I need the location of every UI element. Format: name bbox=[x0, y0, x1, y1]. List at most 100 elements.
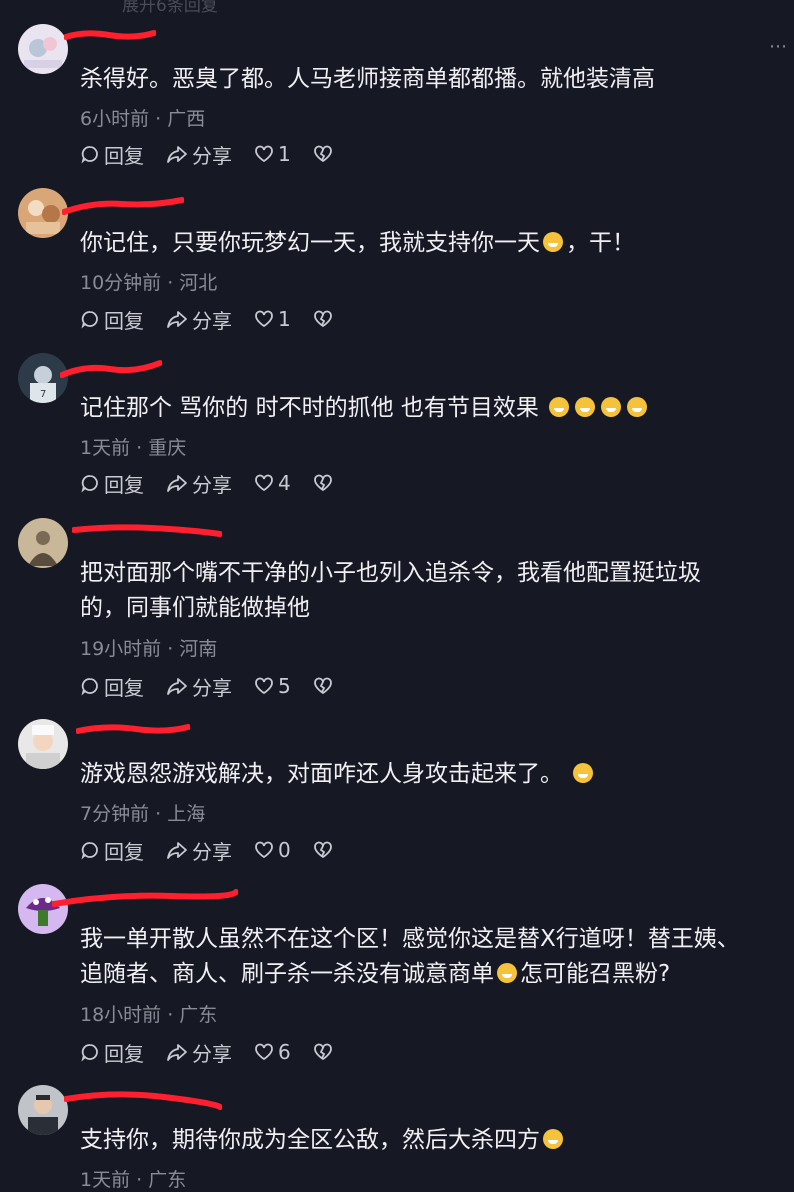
share-label: 分享 bbox=[192, 1041, 232, 1066]
comment-text-tail: 怎可能召黑粉? bbox=[520, 961, 671, 987]
comment-text-tail: ，干！ bbox=[566, 230, 635, 256]
redacted-username bbox=[60, 357, 162, 378]
comment-meta: 1天前 · 重庆 bbox=[80, 437, 187, 459]
like-button[interactable]: 4 bbox=[254, 471, 291, 495]
comment-text-line: 把对面那个嘴不干净的小子也列入追杀令，我看他配置挺垃圾 bbox=[80, 560, 701, 586]
reply-button[interactable]: 回复 bbox=[80, 672, 144, 701]
dislike-button[interactable] bbox=[313, 144, 337, 164]
avatar[interactable] bbox=[18, 24, 68, 74]
share-button[interactable]: 分享 bbox=[166, 305, 232, 334]
reply-label: 回复 bbox=[104, 839, 144, 864]
comment-actions: 回复 分享 6 bbox=[80, 1038, 359, 1067]
comment-meta: 7分钟前 · 上海 bbox=[80, 803, 206, 825]
share-icon bbox=[167, 146, 187, 163]
comment-text-main: 支持你，期待你成为全区公敌，然后大杀四方 bbox=[80, 1127, 540, 1153]
reply-icon bbox=[81, 311, 98, 329]
like-count: 4 bbox=[278, 471, 291, 495]
like-button[interactable]: 5 bbox=[254, 674, 291, 698]
share-icon bbox=[167, 678, 187, 695]
reply-icon bbox=[81, 475, 98, 493]
reply-button[interactable]: 回复 bbox=[80, 140, 144, 169]
comment-meta: 6小时前 · 广西 bbox=[80, 108, 206, 130]
grin-emoji-icon bbox=[601, 397, 622, 417]
reply-button[interactable]: 回复 bbox=[80, 1038, 144, 1067]
share-label: 分享 bbox=[192, 308, 232, 333]
comment-text: 你记住，只要你玩梦幻一天，我就支持你一天 ，干！ bbox=[80, 226, 780, 261]
heart-icon bbox=[255, 474, 273, 492]
redacted-username bbox=[64, 28, 156, 42]
like-count: 1 bbox=[278, 307, 291, 331]
reply-button[interactable]: 回复 bbox=[80, 305, 144, 334]
share-label: 分享 bbox=[192, 143, 232, 168]
share-button[interactable]: 分享 bbox=[166, 672, 232, 701]
heart-icon bbox=[255, 145, 273, 163]
dislike-button[interactable] bbox=[313, 473, 337, 493]
heart-icon bbox=[255, 677, 273, 695]
comment-text: 游戏恩怨游戏解决，对面咋还人身攻击起来了。 bbox=[80, 757, 780, 792]
comment-actions: 回复 分享 1 bbox=[80, 140, 359, 169]
reply-button[interactable]: 回复 bbox=[80, 836, 144, 865]
redacted-username bbox=[72, 522, 222, 537]
collapsed-replies-label[interactable]: 展开6条回复 bbox=[122, 0, 218, 16]
reply-icon bbox=[81, 1044, 98, 1062]
sweat-smile-emoji-icon bbox=[497, 963, 517, 983]
comment-text: 支持你，期待你成为全区公敌，然后大杀四方 bbox=[80, 1123, 780, 1158]
grin-emoji-icon bbox=[627, 397, 648, 417]
heart-icon bbox=[255, 310, 273, 328]
heart-icon bbox=[255, 1043, 273, 1061]
svg-text:7: 7 bbox=[40, 389, 46, 400]
comment-text-main: 你记住，只要你玩梦幻一天，我就支持你一天 bbox=[80, 230, 540, 256]
like-count: 6 bbox=[278, 1040, 291, 1064]
comment-meta: 18小时前 · 广东 bbox=[80, 1004, 218, 1026]
like-button[interactable]: 0 bbox=[254, 838, 291, 862]
smile-emoji-icon bbox=[573, 763, 594, 783]
redacted-username bbox=[64, 1089, 222, 1110]
share-icon bbox=[167, 311, 187, 328]
comment-text-line: 我一单开散人虽然不在这个区！感觉你这是替X行道呀！替王姨、 bbox=[80, 926, 740, 952]
avatar[interactable] bbox=[18, 1085, 68, 1135]
like-button[interactable]: 1 bbox=[254, 142, 291, 166]
comment-text-line: 追随者、商人、刷子杀一杀没有诚意商单 怎可能召黑粉? bbox=[80, 957, 780, 992]
like-button[interactable]: 6 bbox=[254, 1040, 291, 1064]
reply-icon bbox=[81, 678, 98, 696]
share-button[interactable]: 分享 bbox=[166, 140, 232, 169]
dislike-button[interactable] bbox=[313, 309, 337, 329]
comment-text: 杀得好。恶臭了都。人马老师接商单都都播。就他装清高 bbox=[80, 66, 655, 92]
reply-label: 回复 bbox=[104, 675, 144, 700]
comment-meta: 19小时前 · 河南 bbox=[80, 638, 218, 660]
reply-label: 回复 bbox=[104, 472, 144, 497]
like-button[interactable]: 1 bbox=[254, 307, 291, 331]
comment-text-main: 游戏恩怨游戏解决，对面咋还人身攻击起来了。 bbox=[80, 761, 563, 787]
laugh-emoji-icon bbox=[543, 1129, 563, 1149]
comment-text: 记住那个 骂你的 时不时的抓他 也有节目效果 bbox=[80, 391, 780, 426]
share-button[interactable]: 分享 bbox=[166, 1038, 232, 1067]
broken-heart-icon bbox=[313, 145, 332, 163]
share-button[interactable]: 分享 bbox=[166, 836, 232, 865]
reply-label: 回复 bbox=[104, 1041, 144, 1066]
dislike-button[interactable] bbox=[313, 676, 337, 696]
heart-icon bbox=[255, 841, 273, 859]
comment-text: 把对面那个嘴不干净的小子也列入追杀令，我看他配置挺垃圾 的，同事们就能做掉他 bbox=[80, 556, 780, 626]
dislike-button[interactable] bbox=[313, 840, 337, 860]
avatar[interactable] bbox=[18, 719, 68, 769]
comment-text: 我一单开散人虽然不在这个区！感觉你这是替X行道呀！替王姨、 追随者、商人、刷子杀… bbox=[80, 922, 780, 992]
broken-heart-icon bbox=[313, 310, 332, 328]
broken-heart-icon bbox=[313, 1043, 332, 1061]
comment-text-line: 的，同事们就能做掉他 bbox=[80, 595, 310, 621]
comment-actions: 回复 分享 0 bbox=[80, 836, 359, 865]
more-options-icon[interactable]: ⋯ bbox=[769, 36, 788, 57]
comment-text-main: 追随者、商人、刷子杀一杀没有诚意商单 bbox=[80, 961, 494, 987]
share-icon bbox=[167, 842, 187, 859]
avatar[interactable] bbox=[18, 188, 68, 238]
grin-emoji-icon bbox=[575, 397, 596, 417]
comment-text-main: 记住那个 骂你的 时不时的抓他 也有节目效果 bbox=[80, 395, 539, 421]
broken-heart-icon bbox=[313, 474, 332, 492]
comment-actions: 回复 分享 1 bbox=[80, 305, 359, 334]
avatar[interactable] bbox=[18, 518, 68, 568]
redacted-username bbox=[62, 192, 184, 215]
reply-button[interactable]: 回复 bbox=[80, 469, 144, 498]
dislike-button[interactable] bbox=[313, 1042, 337, 1062]
share-label: 分享 bbox=[192, 675, 232, 700]
comment-actions: 回复 分享 4 bbox=[80, 469, 359, 498]
share-button[interactable]: 分享 bbox=[166, 469, 232, 498]
